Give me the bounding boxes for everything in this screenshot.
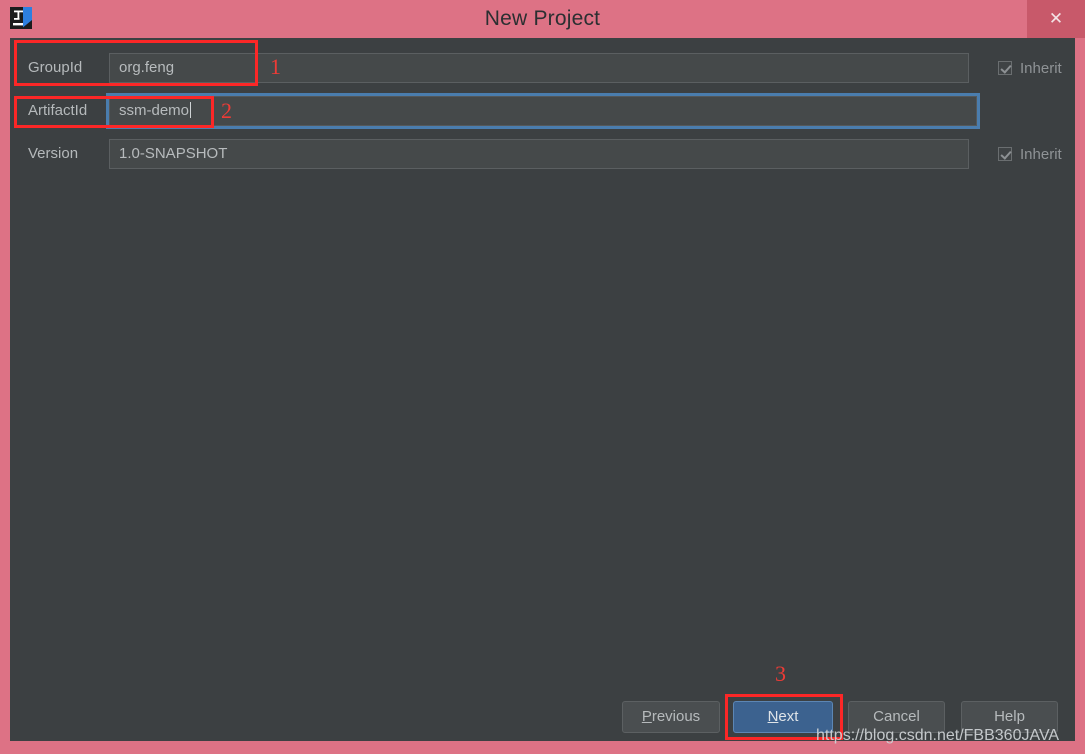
text-caret <box>190 102 192 118</box>
version-inherit-row[interactable]: Inherit <box>998 139 1062 169</box>
version-label: Version <box>28 145 79 162</box>
version-inherit-checkbox[interactable] <box>998 147 1012 161</box>
version-input[interactable]: 1.0-SNAPSHOT <box>109 139 969 169</box>
artifactid-row: ArtifactId ssm-demo <box>10 93 1075 129</box>
new-project-dialog: New Project ✕ GroupId org.feng Inherit A… <box>0 0 1085 754</box>
groupid-row: GroupId org.feng Inherit <box>10 53 1075 83</box>
groupid-inherit-checkbox[interactable] <box>998 61 1012 75</box>
watermark-url: https://blog.csdn.net/FBB360JAVA <box>816 727 1060 744</box>
artifactid-label: ArtifactId <box>28 102 88 119</box>
artifactid-input[interactable]: ssm-demo <box>109 96 977 126</box>
groupid-inherit-label: Inherit <box>1020 59 1062 77</box>
version-row: Version 1.0-SNAPSHOT Inherit <box>10 139 1075 169</box>
dialog-content: GroupId org.feng Inherit ArtifactId ssm-… <box>10 38 1075 741</box>
next-mnemonic: N <box>767 708 779 725</box>
groupid-inherit-row[interactable]: Inherit <box>998 53 1062 83</box>
annotation-number-3: 3 <box>775 661 786 686</box>
previous-button-label: revious <box>651 708 701 725</box>
version-inherit-label: Inherit <box>1020 145 1062 163</box>
previous-button[interactable]: Previous <box>622 701 720 733</box>
previous-mnemonic: P <box>641 708 652 725</box>
groupid-input[interactable]: org.feng <box>109 53 969 83</box>
window-title: New Project <box>484 7 601 30</box>
title-bar[interactable]: New Project ✕ <box>0 0 1085 38</box>
groupid-label: GroupId <box>28 59 83 76</box>
artifactid-value: ssm-demo <box>119 102 190 119</box>
close-icon[interactable]: ✕ <box>1027 0 1085 38</box>
next-button-label: ext <box>778 708 799 725</box>
